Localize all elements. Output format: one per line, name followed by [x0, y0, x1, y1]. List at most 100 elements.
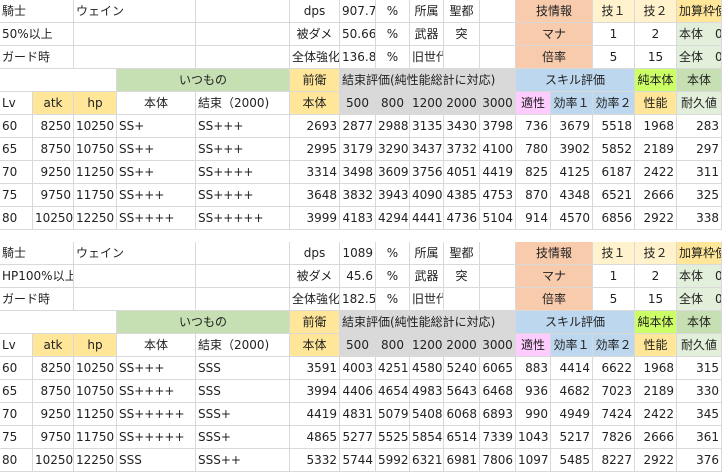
blank-cell[interactable] — [480, 288, 516, 311]
col-bond2000[interactable]: 結束（2000) — [196, 92, 290, 115]
blank-cell[interactable] — [480, 242, 516, 265]
col-atk[interactable]: atk — [33, 92, 74, 115]
table-cell-lv[interactable]: 70 — [0, 161, 33, 184]
table-cell-b3000[interactable]: 3798 — [480, 115, 516, 138]
blank-cell[interactable] — [196, 242, 290, 265]
table-cell-b2000[interactable]: 6514 — [444, 426, 480, 449]
table-cell-body[interactable]: SS+++ — [117, 184, 196, 207]
col-performance[interactable]: 性能 — [635, 92, 677, 115]
table-cell-e2[interactable]: 6856 — [593, 207, 635, 230]
table-cell-front[interactable]: 4419 — [290, 403, 340, 426]
table-cell-e1[interactable]: 3679 — [551, 115, 593, 138]
group-pure[interactable]: 純本体 — [635, 311, 677, 334]
table-cell-atk[interactable]: 9250 — [33, 161, 74, 184]
meta-key[interactable]: 被ダメ — [290, 265, 340, 288]
table-cell-front[interactable]: 3314 — [290, 161, 340, 184]
table-cell-hp[interactable]: 11750 — [74, 184, 117, 207]
col-2000[interactable]: 2000 — [444, 334, 480, 357]
col-1200[interactable]: 1200 — [410, 92, 444, 115]
blank-cell[interactable] — [480, 23, 516, 46]
col-hp[interactable]: hp — [74, 334, 117, 357]
table-cell-b2000[interactable]: 6981 — [444, 449, 480, 472]
meta-unit[interactable]: % — [376, 0, 410, 23]
table-cell-b2000[interactable]: 4051 — [444, 161, 480, 184]
table-cell-b500[interactable]: 5744 — [340, 449, 376, 472]
table-cell-hp[interactable]: 10750 — [74, 138, 117, 161]
table-cell-hp[interactable]: 10750 — [74, 380, 117, 403]
blank-cell[interactable] — [480, 0, 516, 23]
table-cell-lv[interactable]: 80 — [0, 207, 33, 230]
table-cell-e1[interactable]: 4414 — [551, 357, 593, 380]
table-cell-b3000[interactable]: 6468 — [480, 380, 516, 403]
meta-key[interactable]: dps — [290, 242, 340, 265]
table-cell-hp[interactable]: 12250 — [74, 449, 117, 472]
table-cell-b2000[interactable]: 3430 — [444, 115, 480, 138]
meta-value[interactable]: ウェイン — [74, 242, 196, 265]
table-cell-b3000[interactable]: 6893 — [480, 403, 516, 426]
table-cell-body[interactable]: SSS — [117, 449, 196, 472]
meta-key[interactable]: dps — [290, 0, 340, 23]
meta-key[interactable]: 全体強化率 — [290, 46, 340, 69]
table-cell-e2[interactable]: 7023 — [593, 380, 635, 403]
table-cell-apt[interactable]: 736 — [516, 115, 551, 138]
table-cell-apt[interactable]: 1097 — [516, 449, 551, 472]
col-atk[interactable]: atk — [33, 334, 74, 357]
table-cell-b3000[interactable]: 7339 — [480, 426, 516, 449]
col-3000[interactable]: 3000 — [480, 334, 516, 357]
table-cell-lv[interactable]: 80 — [0, 449, 33, 472]
table-cell-hp[interactable]: 12250 — [74, 207, 117, 230]
meta-key2[interactable]: 旧世代 — [410, 288, 444, 311]
table-cell-atk[interactable]: 8250 — [33, 357, 74, 380]
col-lv[interactable]: Lv — [0, 92, 33, 115]
skill2-value[interactable]: 15 — [635, 288, 677, 311]
table-cell-atk[interactable]: 8250 — [33, 115, 74, 138]
meta-number[interactable]: 1089 — [340, 242, 376, 265]
col-2000[interactable]: 2000 — [444, 92, 480, 115]
blank-cell[interactable] — [480, 46, 516, 69]
table-cell-b2000[interactable]: 3732 — [444, 138, 480, 161]
table-cell-perf[interactable]: 2189 — [635, 380, 677, 403]
table-cell-b500[interactable]: 4003 — [340, 357, 376, 380]
col-aptitude[interactable]: 適性 — [516, 334, 551, 357]
col-1200[interactable]: 1200 — [410, 334, 444, 357]
group-pure[interactable]: 純本体 — [635, 69, 677, 92]
skill-info-header[interactable]: 技情報 — [516, 242, 593, 265]
col-bond2000[interactable]: 結束（2000) — [196, 334, 290, 357]
table-cell-lv[interactable]: 65 — [0, 138, 33, 161]
col-500[interactable]: 500 — [340, 334, 376, 357]
table-cell-b3000[interactable]: 7806 — [480, 449, 516, 472]
table-cell-e2[interactable]: 5518 — [593, 115, 635, 138]
table-cell-perf[interactable]: 2666 — [635, 184, 677, 207]
meta-label[interactable]: 騎士 — [0, 0, 74, 23]
meta-unit[interactable]: % — [376, 23, 410, 46]
table-cell-b800[interactable]: 4654 — [376, 380, 410, 403]
meta-value[interactable]: ウェイン — [74, 0, 196, 23]
meta-value[interactable] — [74, 46, 196, 69]
skill1-header[interactable]: 技１ — [593, 0, 635, 23]
table-cell-hp[interactable]: 11250 — [74, 161, 117, 184]
meta-value2[interactable]: 聖都 — [444, 0, 480, 23]
table-cell-perf[interactable]: 2189 — [635, 138, 677, 161]
table-cell-perf[interactable]: 2422 — [635, 161, 677, 184]
col-lv[interactable]: Lv — [0, 334, 33, 357]
group-usual[interactable]: いつもの — [117, 311, 290, 334]
meta-label[interactable]: 50%以上 — [0, 23, 74, 46]
table-cell-lv[interactable]: 75 — [0, 426, 33, 449]
table-cell-e2[interactable]: 5852 — [593, 138, 635, 161]
table-cell-lv[interactable]: 60 — [0, 115, 33, 138]
table-cell-bond[interactable]: SS+++++ — [196, 207, 290, 230]
table-cell-perf[interactable]: 1968 — [635, 115, 677, 138]
meta-label[interactable]: 騎士 — [0, 242, 74, 265]
skill2-value[interactable]: 15 — [635, 46, 677, 69]
table-cell-b800[interactable]: 5079 — [376, 403, 410, 426]
table-cell-hp[interactable]: 11250 — [74, 403, 117, 426]
skill1-value[interactable]: 1 — [593, 23, 635, 46]
meta-key[interactable]: 全体強化率 — [290, 288, 340, 311]
table-cell-body[interactable]: SS++ — [117, 161, 196, 184]
table-cell-bond[interactable]: SS+++ — [196, 115, 290, 138]
skill-info-key[interactable]: マナ — [516, 265, 593, 288]
table-cell-dur[interactable]: 330 — [677, 380, 722, 403]
blank-cell[interactable] — [196, 46, 290, 69]
meta-number[interactable]: 50.66 — [340, 23, 376, 46]
table-cell-atk[interactable]: 8750 — [33, 138, 74, 161]
